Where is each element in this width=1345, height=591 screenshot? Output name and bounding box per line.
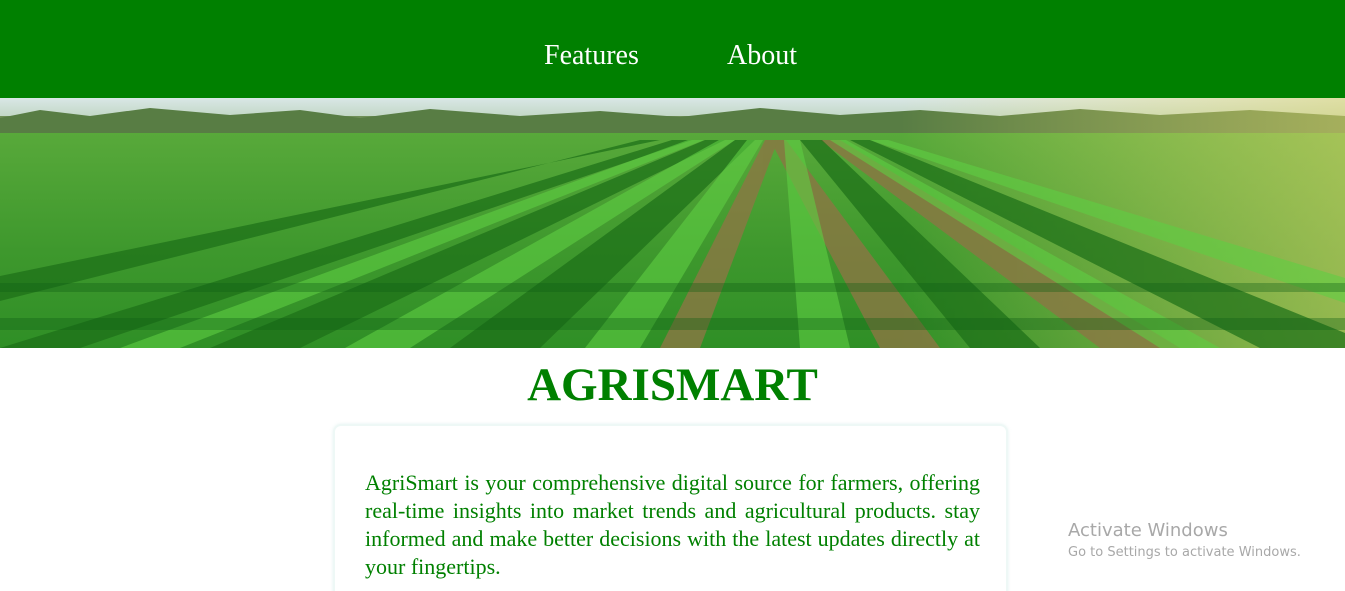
nav-link-about[interactable]: About <box>727 38 797 74</box>
nav-link-features[interactable]: Features <box>544 38 639 74</box>
activate-windows-watermark: Activate Windows Go to Settings to activ… <box>1068 519 1301 563</box>
description-text: AgriSmart is your comprehensive digital … <box>365 470 980 579</box>
navbar: Features About <box>0 0 1345 98</box>
page-title: AGRISMART <box>527 359 818 411</box>
description-card: AgriSmart is your comprehensive digital … <box>333 424 1008 591</box>
farm-field-image <box>0 98 1345 348</box>
hero-farm-field-image <box>0 98 1345 348</box>
watermark-subtitle: Go to Settings to activate Windows. <box>1068 545 1301 560</box>
watermark-title: Activate Windows <box>1068 520 1228 541</box>
